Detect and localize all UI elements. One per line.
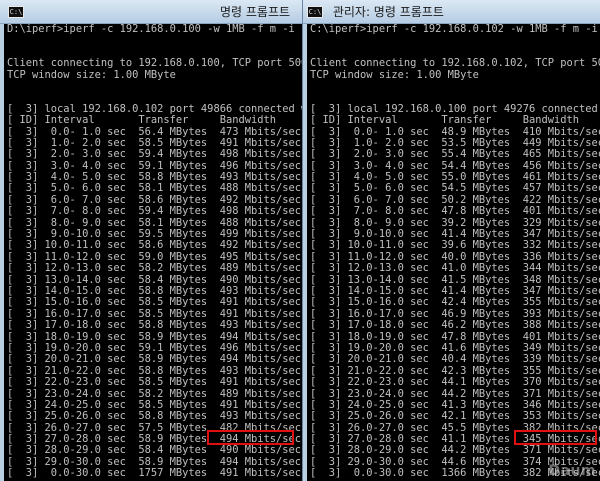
console-line: C:\iperf>iperf -c 192.168.0.102 -w 1MB -…	[310, 24, 600, 35]
console-line: [ 3] 0.0- 1.0 sec 48.9 MBytes 410 Mbits/…	[310, 126, 600, 138]
console-line: [ 3] 23.0-24.0 sec 44.2 MBytes 371 Mbits…	[310, 388, 600, 400]
console-line: [ 3] 16.0-17.0 sec 46.9 MBytes 393 Mbits…	[310, 308, 600, 320]
console-line: [ 3] 10.0-11.0 sec 39.6 MBytes 332 Mbits…	[310, 240, 600, 252]
console-line: [ 3] 21.0-22.0 sec 42.3 MBytes 355 Mbits…	[310, 365, 600, 377]
console-line: [ 3] 20.0-21.0 sec 58.9 MBytes 494 Mbits…	[7, 354, 302, 366]
console-line: [ 3] 5.0- 6.0 sec 54.5 MBytes 457 Mbits/…	[310, 183, 600, 195]
console-line: [ 3] 21.0-22.0 sec 58.8 MBytes 493 Mbits…	[7, 365, 302, 377]
console-line: [ 3] 25.0-26.0 sec 58.8 MBytes 493 Mbits…	[7, 411, 302, 423]
console-line: [ 3] local 192.168.0.100 port 49276 conn…	[310, 103, 600, 115]
console-line: TCP window size: 1.00 MByte	[7, 69, 176, 81]
console-line: [ 3] 14.0-15.0 sec 41.4 MBytes 347 Mbits…	[310, 285, 600, 297]
console-line: [ 3] 25.0-26.0 sec 42.1 MBytes 353 Mbits…	[310, 411, 600, 423]
console-line: [ 3] 9.0-10.0 sec 41.4 MBytes 347 Mbits/…	[310, 229, 600, 241]
console-line: [ 3] 6.0- 7.0 sec 50.2 MBytes 422 Mbits/…	[310, 194, 600, 206]
console-line: [ 3] 9.0-10.0 sec 59.5 MBytes 499 Mbits/…	[7, 229, 302, 241]
console-line: [ 3] 23.0-24.0 sec 58.2 MBytes 489 Mbits…	[7, 388, 302, 400]
console-line: [ 3] 11.0-12.0 sec 59.0 MBytes 495 Mbits…	[7, 251, 302, 263]
cmd-icon[interactable]: C:\	[307, 5, 323, 18]
console-line: D:\iperf>iperf -c 192.168.0.100 -w 1MB -…	[7, 24, 302, 35]
console-line: [ 3] 4.0- 5.0 sec 58.8 MBytes 493 Mbits/…	[7, 172, 302, 184]
console-line: [ 3] 24.0-25.0 sec 58.5 MBytes 491 Mbits…	[7, 399, 302, 411]
console-line: [ 3] 18.0-19.0 sec 58.9 MBytes 494 Mbits…	[7, 331, 302, 343]
console-line: [ 3] 27.0-28.0 sec 41.1 MBytes 345 Mbits…	[310, 434, 600, 446]
console-line: [ 3] 3.0- 4.0 sec 59.1 MBytes 496 Mbits/…	[7, 160, 302, 172]
left-cmd-window: C:\ 명령 프롬프트 D:\iperf>iperf -c 192.168.0.…	[0, 0, 302, 481]
console-line: [ 3] local 192.168.0.102 port 49866 conn…	[7, 103, 302, 115]
console-line: [ 3] 26.0-27.0 sec 45.5 MBytes 382 Mbits…	[310, 422, 600, 434]
console-line: [ 3] 28.0-29.0 sec 58.4 MBytes 490 Mbits…	[7, 445, 302, 457]
console-line: [ 3] 13.0-14.0 sec 41.5 MBytes 348 Mbits…	[310, 274, 600, 286]
console-line: [ 3] 0.0-30.0 sec 1757 MBytes 491 Mbits/…	[7, 468, 302, 480]
right-title-bar[interactable]: C:\ 관리자: 명령 프롬프트	[303, 0, 600, 24]
left-window-title: 명령 프롬프트	[220, 5, 291, 19]
console-line: [ 3] 27.0-28.0 sec 58.9 MBytes 494 Mbits…	[7, 434, 302, 446]
console-line: [ 3] 26.0-27.0 sec 57.5 MBytes 482 Mbits…	[7, 422, 302, 434]
console-line: [ 3] 1.0- 2.0 sec 58.5 MBytes 491 Mbits/…	[7, 137, 302, 149]
console-line: [ 3] 1.0- 2.0 sec 53.5 MBytes 449 Mbits/…	[310, 137, 600, 149]
console-line: [ 3] 13.0-14.0 sec 58.4 MBytes 490 Mbits…	[7, 274, 302, 286]
console-line: [ ID] Interval Transfer Bandwidth	[7, 115, 276, 127]
console-line: [ 3] 15.0-16.0 sec 42.4 MBytes 355 Mbits…	[310, 297, 600, 309]
left-console-output[interactable]: D:\iperf>iperf -c 192.168.0.100 -w 1MB -…	[4, 24, 302, 481]
console-line: [ 3] 14.0-15.0 sec 58.8 MBytes 493 Mbits…	[7, 285, 302, 297]
console-line: [ 3] 12.0-13.0 sec 58.2 MBytes 489 Mbits…	[7, 263, 302, 275]
console-line: [ 3] 28.0-29.0 sec 44.2 MBytes 371 Mbits…	[310, 445, 600, 457]
console-line: TCP window size: 1.00 MByte	[310, 69, 479, 81]
console-line: [ 3] 19.0-20.0 sec 59.1 MBytes 496 Mbits…	[7, 342, 302, 354]
right-console-output[interactable]: C:\iperf>iperf -c 192.168.0.102 -w 1MB -…	[307, 24, 600, 481]
right-cmd-window: C:\ 관리자: 명령 프롬프트 C:\iperf>iperf -c 192.1…	[302, 0, 600, 481]
console-line: [ 3] 7.0- 8.0 sec 47.8 MBytes 401 Mbits/…	[310, 206, 600, 218]
console-line: [ 3] 22.0-23.0 sec 58.5 MBytes 491 Mbits…	[7, 377, 302, 389]
console-line: Client connecting to 192.168.0.100, TCP …	[7, 58, 302, 70]
console-line: Client connecting to 192.168.0.102, TCP …	[310, 58, 600, 70]
console-line: [ 3] 2.0- 3.0 sec 59.4 MBytes 498 Mbits/…	[7, 149, 302, 161]
console-line: [ 3] 12.0-13.0 sec 41.0 MBytes 344 Mbits…	[310, 263, 600, 275]
cmd-icon[interactable]: C:\	[8, 6, 24, 18]
watermark-logo: Daum	[548, 463, 596, 479]
console-line: [ 3] 8.0- 9.0 sec 39.2 MBytes 329 Mbits/…	[310, 217, 600, 229]
console-line: [ 3] 8.0- 9.0 sec 58.1 MBytes 488 Mbits/…	[7, 217, 302, 229]
console-line: [ 3] 0.0- 1.0 sec 56.4 MBytes 473 Mbits/…	[7, 126, 302, 138]
console-line: [ 3] 24.0-25.0 sec 41.3 MBytes 346 Mbits…	[310, 399, 600, 411]
console-line: [ 3] 18.0-19.0 sec 47.8 MBytes 401 Mbits…	[310, 331, 600, 343]
console-line: [ 3] 15.0-16.0 sec 58.5 MBytes 491 Mbits…	[7, 297, 302, 309]
console-line: [ 3] 17.0-18.0 sec 58.8 MBytes 493 Mbits…	[7, 320, 302, 332]
console-line: [ 3] 11.0-12.0 sec 40.0 MBytes 336 Mbits…	[310, 251, 600, 263]
console-line: [ 3] 3.0- 4.0 sec 54.4 MBytes 456 Mbits/…	[310, 160, 600, 172]
console-line: [ 3] 22.0-23.0 sec 44.1 MBytes 370 Mbits…	[310, 377, 600, 389]
console-line: [ ID] Interval Transfer Bandwidth	[310, 115, 579, 127]
console-line: [ 3] 29.0-30.0 sec 58.9 MBytes 494 Mbits…	[7, 456, 302, 468]
console-line: [ 3] 10.0-11.0 sec 58.6 MBytes 492 Mbits…	[7, 240, 302, 252]
console-line: [ 3] 16.0-17.0 sec 58.5 MBytes 491 Mbits…	[7, 308, 302, 320]
console-line: [ 3] 5.0- 6.0 sec 58.1 MBytes 488 Mbits/…	[7, 183, 302, 195]
left-title-bar[interactable]: C:\ 명령 프롬프트	[0, 0, 302, 24]
right-window-title: 관리자: 명령 프롬프트	[332, 5, 444, 19]
console-line: [ 3] 17.0-18.0 sec 46.2 MBytes 388 Mbits…	[310, 320, 600, 332]
console-line: [ 3] 6.0- 7.0 sec 58.6 MBytes 492 Mbits/…	[7, 194, 302, 206]
console-line: [ 3] 19.0-20.0 sec 41.6 MBytes 349 Mbits…	[310, 342, 600, 354]
console-line: [ 3] 2.0- 3.0 sec 55.4 MBytes 465 Mbits/…	[310, 149, 600, 161]
console-line: [ 3] 20.0-21.0 sec 40.4 MBytes 339 Mbits…	[310, 354, 600, 366]
console-line: [ 3] 4.0- 5.0 sec 55.0 MBytes 461 Mbits/…	[310, 172, 600, 184]
console-line: [ 3] 7.0- 8.0 sec 59.4 MBytes 498 Mbits/…	[7, 206, 302, 218]
